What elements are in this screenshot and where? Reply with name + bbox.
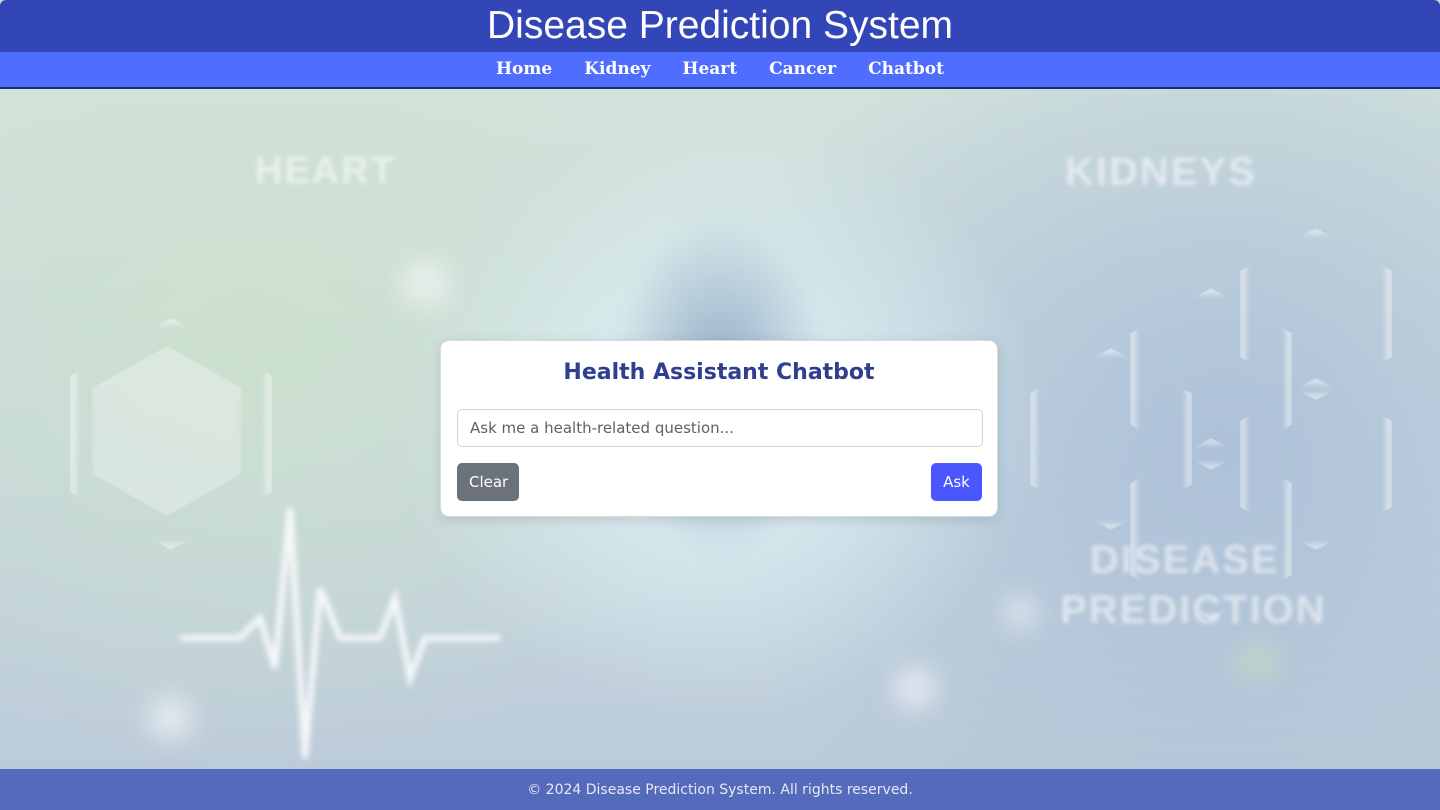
background-text-disease: DISEASE — [1090, 538, 1280, 582]
nav-item-kidney[interactable]: Kidney — [568, 52, 666, 87]
main-nav: Home Kidney Heart Cancer Chatbot — [0, 52, 1440, 89]
nav-item-cancer[interactable]: Cancer — [753, 52, 852, 87]
nav-item-chatbot[interactable]: Chatbot — [852, 52, 960, 87]
footer-copyright: © 2024 Disease Prediction System. All ri… — [527, 781, 913, 798]
site-header: Disease Prediction System — [0, 0, 1440, 52]
bokeh-light — [1240, 648, 1274, 674]
site-title: Disease Prediction System — [486, 4, 954, 47]
background-text-prediction: PREDICTION — [1060, 588, 1327, 632]
background-text-kidneys: KIDNEYS — [1065, 150, 1257, 194]
nav-item-heart[interactable]: Heart — [666, 52, 753, 87]
bokeh-light — [895, 668, 935, 708]
nav-item-home[interactable]: Home — [480, 52, 568, 87]
bokeh-light — [1005, 598, 1035, 628]
clear-button[interactable]: Clear — [457, 463, 519, 501]
chatbot-title: Health Assistant Chatbot — [563, 360, 875, 385]
chatbot-card: Health Assistant Chatbot Clear Ask — [440, 340, 998, 517]
bokeh-light — [400, 258, 450, 308]
site-footer: © 2024 Disease Prediction System. All ri… — [0, 769, 1440, 810]
background-text-heart: HEART — [255, 150, 396, 192]
ask-button[interactable]: Ask — [931, 463, 982, 501]
question-input[interactable] — [457, 409, 983, 447]
